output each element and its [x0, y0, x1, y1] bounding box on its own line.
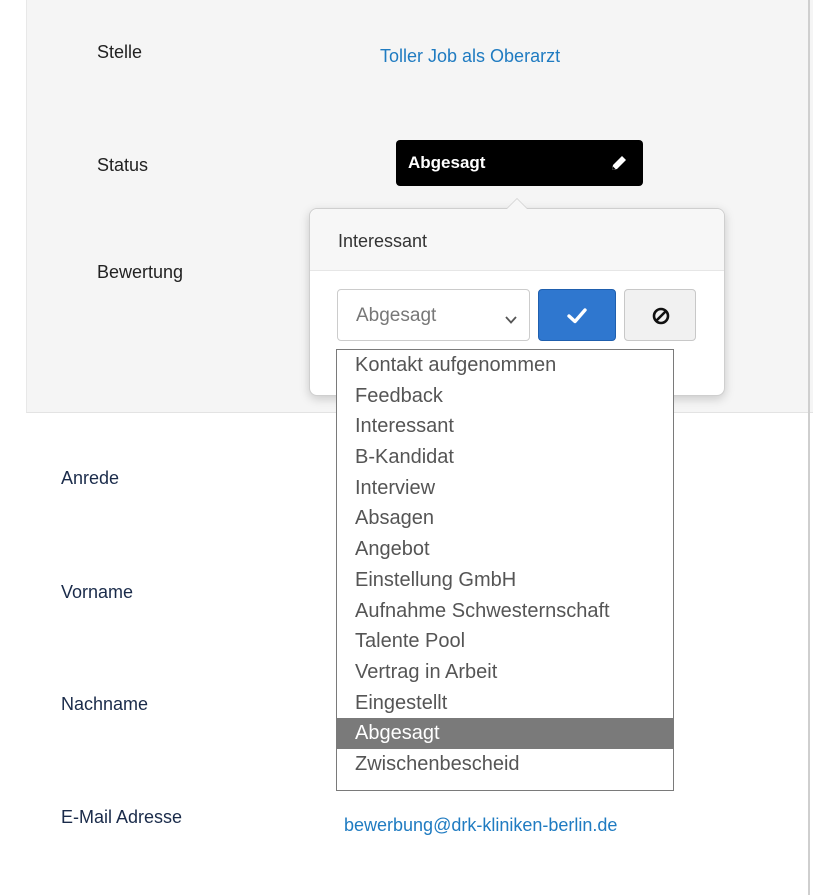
dropdown-option[interactable]: Interessant: [337, 411, 673, 442]
vorname-label: Vorname: [61, 582, 134, 602]
anrede-label: Anrede: [61, 468, 120, 488]
cancel-button[interactable]: [624, 289, 696, 341]
dropdown-option[interactable]: Kontakt aufgenommen: [337, 350, 673, 381]
email-label: E-Mail Adresse: [61, 807, 183, 827]
status-edit-field[interactable]: Abgesagt: [396, 140, 643, 186]
dropdown-option[interactable]: Eingestellt: [337, 688, 673, 719]
dropdown-option[interactable]: Zwischenbescheid: [337, 749, 673, 780]
bewertung-label: Bewertung: [97, 262, 184, 282]
status-value: Abgesagt: [408, 153, 486, 172]
dropdown-option[interactable]: Abgesagt: [337, 718, 673, 749]
dropdown-option[interactable]: Vertrag in Arbeit: [337, 657, 673, 688]
chevron-down-icon: [505, 310, 517, 324]
dropdown-option[interactable]: Angebot: [337, 534, 673, 565]
dropdown-option[interactable]: Talente Pool: [337, 626, 673, 657]
dropdown-option[interactable]: Interview: [337, 473, 673, 504]
status-select-value: Abgesagt: [356, 305, 437, 326]
check-icon: [567, 308, 587, 324]
status-label: Status: [97, 155, 149, 175]
divider: [808, 0, 810, 895]
popover-title: Interessant: [310, 209, 724, 271]
dropdown-option[interactable]: Absagen: [337, 503, 673, 534]
dropdown-option[interactable]: Feedback: [337, 381, 673, 412]
status-dropdown-list[interactable]: Kontakt aufgenommen Feedback Interessant B-…: [336, 349, 674, 791]
pencil-icon: [609, 153, 629, 173]
dropdown-option[interactable]: Aufnahme Schwesternschaft: [337, 596, 673, 627]
email-link[interactable]: bewerbung@drk-kliniken-berlin.de: [344, 815, 617, 836]
status-select[interactable]: Abgesagt: [337, 289, 530, 341]
dropdown-option[interactable]: Einstellung GmbH: [337, 565, 673, 596]
stelle-label: Stelle: [97, 42, 143, 62]
dropdown-option[interactable]: B-Kandidat: [337, 442, 673, 473]
nachname-label: Nachname: [61, 694, 149, 714]
ban-icon: [652, 307, 670, 325]
confirm-button[interactable]: [538, 289, 616, 341]
stelle-link[interactable]: Toller Job als Oberarzt: [380, 46, 560, 67]
